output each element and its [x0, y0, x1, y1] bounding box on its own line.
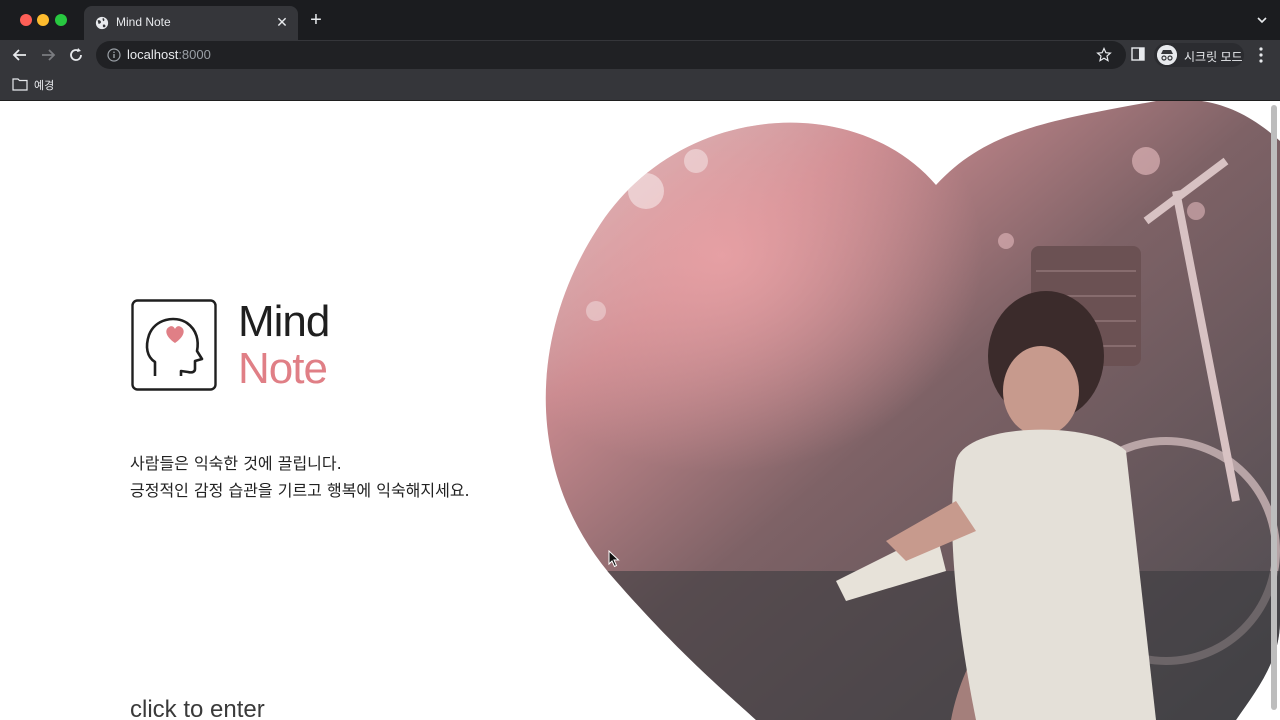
- mouse-cursor-icon: [608, 550, 620, 568]
- address-bar[interactable]: localhost:8000: [96, 41, 1126, 69]
- close-window-button[interactable]: [20, 14, 32, 26]
- url-text: localhost:8000: [127, 47, 211, 62]
- tab-title: Mind Note: [116, 15, 171, 29]
- tagline-line-1: 사람들은 익숙한 것에 끌립니다.: [130, 454, 342, 473]
- web-page: Mind Note 사람들은 익숙한 것에 끌립니다. 긍정적인 감정 습관을 …: [0, 101, 1280, 720]
- scrollbar-thumb[interactable]: [1271, 105, 1277, 710]
- reload-icon[interactable]: [66, 45, 86, 65]
- bookmark-star-icon[interactable]: [1096, 47, 1112, 63]
- back-arrow-icon[interactable]: [10, 45, 30, 65]
- bookmark-folder-label[interactable]: 예경: [34, 77, 54, 93]
- new-tab-button[interactable]: +: [306, 10, 326, 30]
- maximize-window-button[interactable]: [55, 14, 67, 26]
- minimize-window-button[interactable]: [37, 14, 49, 26]
- incognito-indicator[interactable]: 시크릿 모드: [1154, 43, 1244, 67]
- tagline-line-2: 긍정적인 감정 습관을 기르고 행복에 익숙해지세요.: [130, 481, 470, 500]
- globe-icon: [95, 16, 109, 30]
- info-icon[interactable]: [107, 48, 121, 62]
- url-host: localhost: [127, 47, 179, 62]
- logo-text-mind: Mind: [238, 297, 330, 346]
- bookmarks-bar: 예경: [0, 70, 1280, 101]
- url-port: :8000: [178, 47, 211, 62]
- browser-tab[interactable]: Mind Note ✕: [84, 6, 298, 40]
- incognito-icon: [1157, 45, 1177, 65]
- side-panel-icon[interactable]: [1131, 47, 1145, 61]
- close-tab-icon[interactable]: ✕: [274, 14, 290, 30]
- logo-text-note: Note: [238, 344, 328, 393]
- more-menu-icon[interactable]: [1253, 46, 1269, 64]
- folder-icon[interactable]: [12, 77, 28, 91]
- click-to-enter-link[interactable]: click to enter: [130, 696, 265, 720]
- browser-toolbar: localhost:8000 시크릿 모드: [0, 40, 1280, 70]
- mind-note-logo-icon: [131, 299, 217, 391]
- chevron-down-icon[interactable]: [1254, 12, 1270, 28]
- incognito-label: 시크릿 모드: [1184, 50, 1243, 64]
- forward-arrow-icon[interactable]: [38, 45, 58, 65]
- heart-photo[interactable]: [536, 101, 1280, 720]
- title-bar: Mind Note ✕ +: [0, 0, 1280, 40]
